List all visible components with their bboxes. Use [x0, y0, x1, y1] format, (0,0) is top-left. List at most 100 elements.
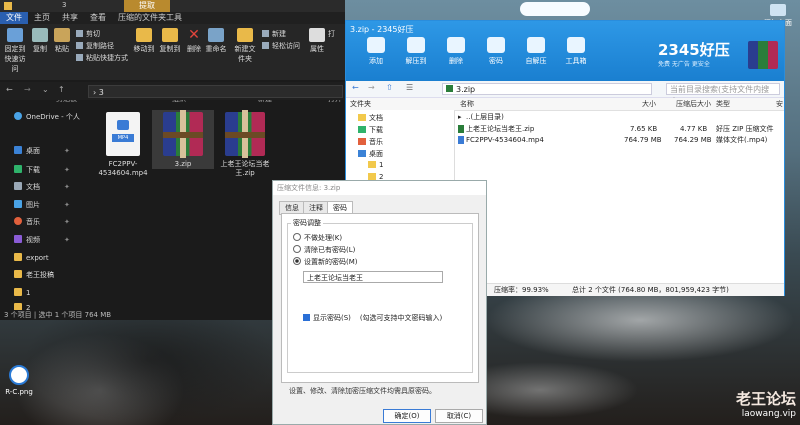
- pin-quick-access-button[interactable]: 固定到快速访问: [2, 28, 28, 74]
- nav-pictures[interactable]: 图片: [14, 200, 40, 210]
- recent-chevron-icon[interactable]: ⌄: [42, 85, 49, 94]
- col-type[interactable]: 类型: [716, 98, 730, 110]
- explorer-address-input[interactable]: › 3: [88, 85, 343, 98]
- paste-shortcut-button[interactable]: 粘贴快捷方式: [76, 53, 128, 63]
- pin-icon[interactable]: ✦: [64, 218, 70, 226]
- explorer-titlebar[interactable]: 3: [0, 0, 345, 12]
- self-extract-button[interactable]: 自解压: [516, 37, 556, 66]
- add-button[interactable]: 添加: [356, 37, 396, 66]
- video-file-icon: MP4: [106, 112, 140, 156]
- tab-view[interactable]: 查看: [84, 12, 112, 24]
- pin-icon[interactable]: ✦: [64, 147, 70, 155]
- tab-compressed-tools[interactable]: 压缩的文件夹工具: [112, 12, 188, 24]
- new-folder-button[interactable]: 新建文件夹: [232, 28, 258, 64]
- open-button[interactable]: 打: [328, 29, 335, 39]
- nav-videos[interactable]: 视频: [14, 235, 40, 245]
- col-name[interactable]: 名称: [460, 98, 474, 110]
- compression-ratio: 压缩率：99.93%: [494, 286, 549, 294]
- up-arrow-icon[interactable]: ↑: [58, 85, 65, 94]
- tab-home[interactable]: 主页: [28, 12, 56, 24]
- pin-icon[interactable]: ✦: [64, 201, 70, 209]
- radio-label: 清除已有密码(L): [304, 246, 356, 254]
- tree-node-documents[interactable]: 文档: [358, 113, 383, 123]
- folder-icon: [14, 270, 22, 278]
- file-item-mp4[interactable]: MP4 FC2PPV-4534604.mp4: [92, 110, 154, 178]
- password-button[interactable]: 密码: [476, 37, 516, 66]
- file-item-laowang-zip[interactable]: 上老王论坛当老王.zip: [214, 110, 276, 178]
- forward-arrow-icon[interactable]: →: [24, 85, 31, 94]
- copy-path-button[interactable]: 复制路径: [76, 41, 114, 51]
- tab-file[interactable]: 文件: [0, 12, 28, 24]
- nav-desktop[interactable]: 桌面: [14, 146, 40, 156]
- show-password-checkbox[interactable]: 显示密码(S) (勾选可支持中文密码输入): [303, 313, 442, 323]
- back-arrow-icon[interactable]: ←: [6, 85, 13, 94]
- col-extra[interactable]: 安: [776, 98, 783, 110]
- haozip-path-input[interactable]: 3.zip: [442, 83, 652, 95]
- table-row[interactable]: FC2PPV-4534604.mp4 764.79 MB 764.29 MB 媒…: [454, 135, 784, 146]
- haozip-search-input[interactable]: 当前目录搜索(支持文件内搜索): [666, 83, 780, 106]
- nav-label: 桌面: [26, 147, 40, 155]
- pin-icon[interactable]: ✦: [64, 236, 70, 244]
- pin-icon[interactable]: ✦: [64, 166, 70, 174]
- copy-to-button[interactable]: 复制到: [158, 28, 182, 54]
- col-packed[interactable]: 压缩后大小: [676, 98, 711, 110]
- file-item-3zip[interactable]: 3.zip: [152, 110, 214, 169]
- radio-clear-password[interactable]: 清除已有密码(L): [293, 245, 355, 255]
- radio-set-new-password[interactable]: 设置新的密码(M): [293, 257, 358, 267]
- ok-button[interactable]: 确定(O): [383, 409, 431, 423]
- nav-downloads[interactable]: 下载: [14, 165, 40, 175]
- toolbox-button[interactable]: 工具箱: [556, 37, 596, 66]
- radio-no-change[interactable]: 不做处理(K): [293, 233, 342, 243]
- copy-path-label: 复制路径: [86, 42, 114, 50]
- table-row[interactable]: ▸ ..(上层目录): [454, 112, 784, 123]
- nav-music[interactable]: 音乐: [14, 217, 40, 227]
- copy-button[interactable]: 复制: [30, 28, 50, 54]
- view-icon[interactable]: ☰: [406, 83, 413, 92]
- tree-node-downloads[interactable]: 下载: [358, 125, 383, 135]
- nav-label: 1: [26, 289, 31, 297]
- extract-to-button[interactable]: 解压到: [396, 37, 436, 66]
- total-summary: 总计 2 个文件 (764.80 MB，801,959,423 字节): [572, 286, 729, 294]
- tree-node-music[interactable]: 音乐: [358, 137, 383, 147]
- tree-node-1[interactable]: 1: [368, 161, 383, 169]
- desktop-file-icon[interactable]: R-C.png: [4, 365, 34, 405]
- tab-extract[interactable]: 提取: [124, 0, 170, 12]
- row-packed: 4.77 KB: [680, 125, 708, 133]
- cut-button[interactable]: 剪切: [76, 29, 100, 39]
- forward-arrow-icon[interactable]: →: [368, 83, 375, 92]
- col-size[interactable]: 大小: [642, 98, 656, 110]
- cut-label: 剪切: [86, 30, 100, 38]
- pin-label: 固定到快速访问: [4, 45, 26, 73]
- move-to-button[interactable]: 移动到: [132, 28, 156, 54]
- rename-button[interactable]: 重命名: [205, 28, 227, 54]
- password-label: 密码: [489, 57, 503, 65]
- nav-documents[interactable]: 文档: [14, 182, 40, 192]
- document-icon: [14, 182, 22, 190]
- zip-delete-button[interactable]: 删除: [436, 37, 476, 66]
- new-password-input[interactable]: 上老王论坛当老王: [303, 271, 443, 283]
- radio-label: 设置新的密码(M): [304, 258, 358, 266]
- nav-folder-1[interactable]: 1: [14, 288, 30, 297]
- pin-icon[interactable]: ✦: [64, 183, 70, 191]
- new-item-button[interactable]: 新建: [262, 29, 286, 39]
- delete-button[interactable]: ✕ 删除: [184, 28, 204, 54]
- nav-onedrive[interactable]: OneDrive - 个人: [14, 112, 80, 122]
- table-row[interactable]: 上老王论坛当老王.zip 7.65 KB 4.77 KB 好压 ZIP 压缩文件: [454, 124, 784, 135]
- video-camera-icon: [117, 120, 129, 130]
- nav-laowang-submit[interactable]: 老王投稿: [14, 270, 54, 280]
- cancel-button[interactable]: 取消(C): [435, 409, 483, 423]
- tab-share[interactable]: 共享: [56, 12, 84, 24]
- paste-button[interactable]: 粘贴: [52, 28, 72, 54]
- up-folder-icon[interactable]: ⇧: [386, 83, 393, 92]
- tree-node-desktop[interactable]: 桌面: [358, 149, 383, 159]
- nav-label: 图片: [26, 201, 40, 209]
- back-arrow-icon[interactable]: ←: [352, 83, 359, 92]
- top-notification-pill[interactable]: [520, 2, 590, 16]
- folder-icon: [4, 2, 12, 10]
- properties-label: 属性: [310, 45, 324, 53]
- properties-button[interactable]: 属性: [308, 28, 326, 54]
- toolbox-label: 工具箱: [565, 57, 587, 65]
- nav-export[interactable]: export: [14, 253, 49, 262]
- easy-access-button[interactable]: 轻松访问: [262, 41, 300, 51]
- password-group-title: 密码调整: [291, 218, 323, 228]
